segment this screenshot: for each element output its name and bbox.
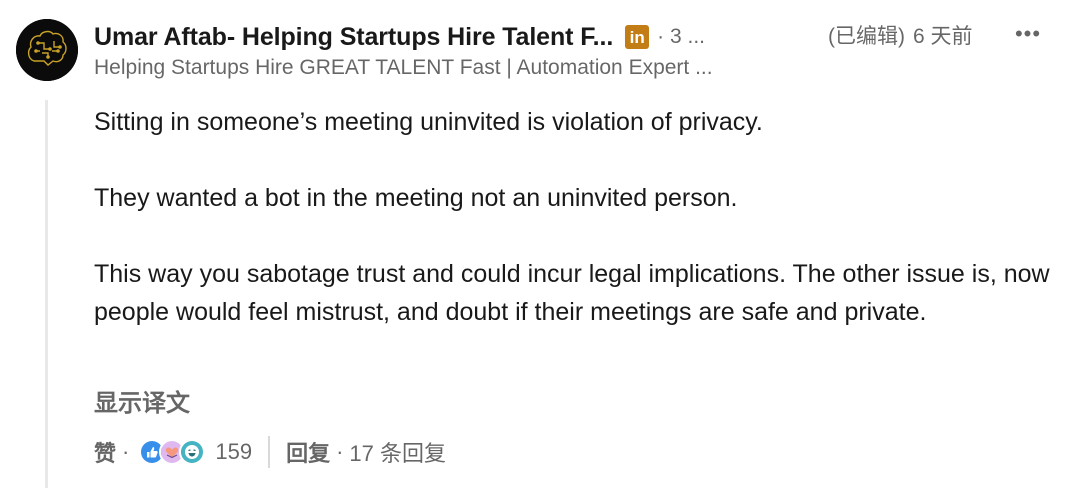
comment-paragraph: This way you sabotage trust and could in… — [94, 260, 1050, 326]
avatar[interactable] — [16, 19, 78, 81]
comment-paragraph: They wanted a bot in the meeting not an … — [94, 184, 738, 212]
comment-meta: (已编辑) 6 天前 — [828, 20, 973, 50]
comment-paragraph: Sitting in someone’s meeting uninvited i… — [94, 108, 763, 136]
reply-count[interactable]: 17 条回复 — [349, 436, 446, 468]
reaction-count[interactable]: 159 — [215, 439, 252, 465]
edited-label: (已编辑) — [828, 25, 905, 48]
timestamp: 6 天前 — [913, 25, 973, 48]
author-row: Umar Aftab- Helping Startups Hire Talent… — [94, 20, 705, 54]
separator-dot: · — [336, 439, 344, 464]
premium-badge-icon: in — [625, 25, 650, 49]
brain-logo-icon — [16, 19, 78, 81]
connection-degree: · 3 ... — [657, 25, 706, 48]
show-translation-button[interactable]: 显示译文 — [94, 383, 190, 418]
comment-actions: 赞 · 159 回复 · 17 条回复 — [94, 432, 446, 472]
reply-button[interactable]: 回复 — [286, 436, 330, 468]
funny-icon — [179, 439, 206, 465]
action-divider — [268, 436, 271, 468]
author-name[interactable]: Umar Aftab- Helping Startups Hire Talent… — [94, 23, 613, 52]
comment-body: Sitting in someone’s meeting uninvited i… — [94, 103, 1054, 331]
author-headline: Helping Startups Hire GREAT TALENT Fast … — [94, 56, 713, 79]
reactions-summary[interactable] — [139, 439, 206, 465]
separator-dot: · — [122, 439, 130, 464]
like-button[interactable]: 赞 — [94, 436, 116, 468]
more-options-button[interactable]: ••• — [1010, 21, 1046, 46]
thread-line — [45, 100, 48, 488]
